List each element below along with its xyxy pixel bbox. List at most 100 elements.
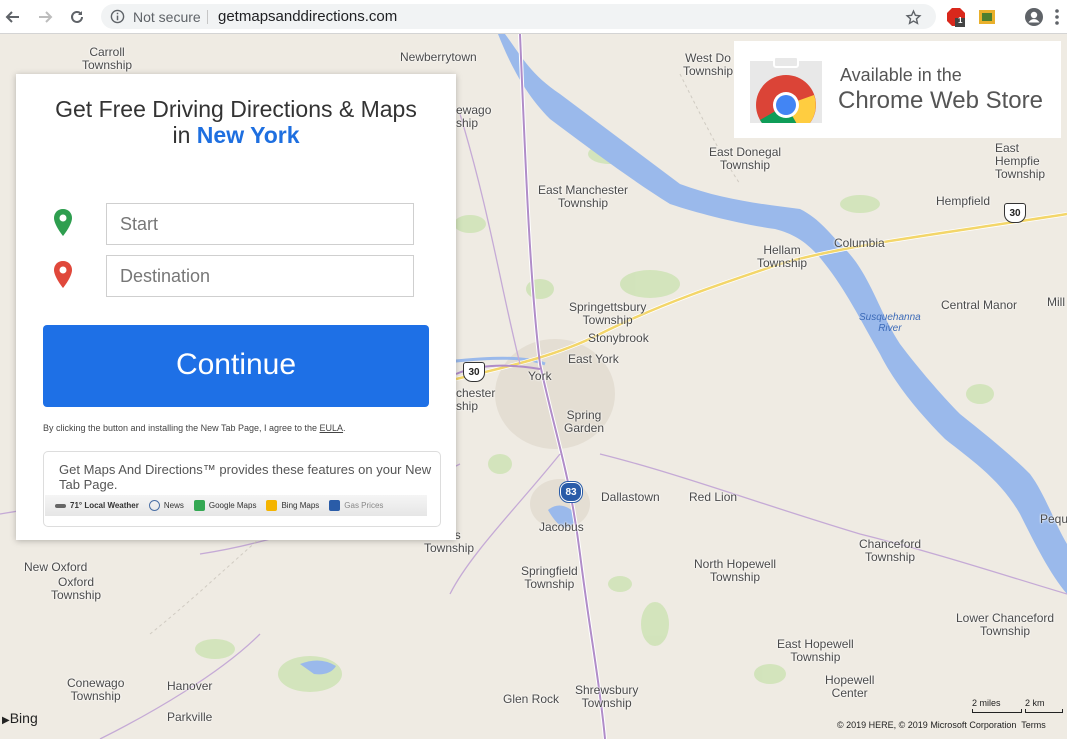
place-label: Parkville (167, 710, 213, 724)
place-label: Chanceford Township (859, 537, 922, 564)
continue-button[interactable]: Continue (43, 325, 429, 407)
features-box: Get Maps And Directions™ provides these … (43, 451, 441, 527)
adblock-icon (947, 8, 965, 27)
start-input[interactable]: Start (106, 203, 414, 245)
place-label: Hanover (167, 679, 213, 693)
terms-link[interactable]: Terms (1021, 720, 1046, 730)
extension-badge-count: 1 (958, 16, 963, 25)
badge-line2: Chrome Web Store (838, 87, 1043, 114)
feature-google-maps: Google Maps (193, 500, 257, 511)
star-icon (904, 8, 922, 25)
title-text: Get Free Driving Directions & Maps (55, 96, 417, 122)
place-label: New Oxford (24, 560, 88, 574)
place-label: ewago ship (456, 103, 492, 130)
reload-button[interactable] (66, 6, 88, 28)
profile-button[interactable] (1023, 6, 1045, 28)
gas-prices-icon (329, 500, 341, 511)
start-pin-icon (54, 209, 72, 236)
separator (207, 10, 208, 24)
feature-label: Google Maps (208, 501, 257, 510)
feature-label: News (163, 501, 184, 510)
place-label: Newberrytown (400, 50, 477, 64)
maps-extension-icon (979, 10, 995, 24)
feature-weather: 71° Local Weather (55, 501, 139, 510)
place-label: Lower Chanceford Township (956, 611, 1055, 638)
bing-logo[interactable]: ▶Bing (2, 710, 38, 726)
scale-miles: 2 miles (972, 698, 1022, 713)
badge-line1: Available in the (840, 65, 962, 85)
place-label: Springettsbury Township (569, 300, 647, 327)
account-icon (1025, 8, 1043, 26)
reload-icon (71, 10, 83, 23)
feature-news: News (148, 500, 184, 511)
weather-icon (55, 503, 66, 508)
place-label: Mill (1047, 295, 1065, 309)
feature-bing-maps: Bing Maps (266, 500, 319, 511)
back-button[interactable] (2, 6, 24, 28)
place-label: Springfield Township (521, 564, 578, 591)
security-label[interactable]: Not secure (133, 9, 201, 25)
place-label: Central Manor (941, 298, 1018, 312)
more-vert-icon (1055, 9, 1059, 25)
scale-miles-label: 2 miles (972, 698, 1001, 708)
place-label: York (528, 369, 552, 383)
disclaimer-text: By clicking the button and installing th… (43, 423, 318, 433)
bing-maps-icon (266, 500, 278, 511)
title-in: in (172, 122, 191, 148)
info-icon[interactable] (110, 9, 125, 24)
place-label: chester ship (456, 386, 496, 413)
place-label: East Hopewell Township (777, 637, 854, 664)
place-label: Glen Rock (503, 692, 560, 706)
directions-card: Get Free Driving Directions & Maps in Ne… (16, 74, 456, 540)
features-text: Get Maps And Directions™ provides these … (59, 462, 432, 492)
destination-pin-icon (54, 261, 72, 288)
extension-maps-button[interactable] (976, 6, 998, 28)
disclaimer: By clicking the button and installing th… (43, 423, 346, 433)
place-label: Jacobus (539, 520, 584, 534)
place-label: East Hempfie Township (995, 141, 1046, 181)
place-label: East York (568, 352, 619, 366)
features-strip: 71° Local Weather News Google Maps Bing … (45, 495, 427, 516)
chrome-store-icon (750, 57, 822, 123)
place-label: Shrewsbury Township (575, 683, 639, 710)
place-label: Pequ (1040, 512, 1067, 526)
chrome-web-store-badge[interactable]: Available in the Chrome Web Store (734, 41, 1061, 138)
place-label: East Donegal Township (709, 145, 782, 172)
disclaimer-end: . (343, 423, 346, 433)
river-label: Susquehanna River (859, 312, 921, 334)
place-label: Carroll Township (82, 45, 133, 72)
copyright-text: © 2019 HERE, © 2019 Microsoft Corporatio… (837, 720, 1017, 730)
news-icon (148, 500, 160, 511)
place-label: Hopewell Center (825, 673, 875, 700)
arrow-right-icon (39, 11, 53, 23)
feature-label: 71° Local Weather (70, 501, 139, 510)
forward-button[interactable] (34, 6, 56, 28)
feature-label: Gas Prices (344, 501, 384, 510)
extension-adblock-button[interactable]: 1 (945, 6, 967, 28)
title-city: New York (196, 122, 300, 148)
place-label: North Hopewell Township (694, 557, 777, 584)
card-title: Get Free Driving Directions & Maps in Ne… (16, 96, 456, 148)
place-label: Dallastown (601, 490, 660, 504)
destination-input[interactable]: Destination (106, 255, 414, 297)
url-text[interactable]: getmapsanddirections.com (218, 8, 397, 25)
bing-logo-text: Bing (9, 710, 38, 726)
google-maps-icon (193, 500, 205, 511)
place-label: Columbia (834, 236, 885, 250)
browser-toolbar: Not secure getmapsanddirections.com 1 (0, 0, 1067, 34)
bookmark-star-button[interactable] (902, 6, 924, 28)
us-route-shield: 30 (1004, 203, 1026, 223)
map-copyright: © 2019 HERE, © 2019 Microsoft Corporatio… (837, 720, 1046, 730)
place-label: West Do Township (683, 51, 734, 78)
address-bar[interactable]: Not secure getmapsanddirections.com (101, 4, 936, 29)
scale-km-label: 2 km (1025, 698, 1045, 708)
place-label: Spring Garden (564, 408, 605, 435)
place-label: East Manchester Township (538, 183, 629, 210)
eula-link[interactable]: EULA (320, 423, 344, 433)
place-label: Stonybrook (588, 331, 649, 345)
place-label: Conewago Township (67, 676, 125, 703)
scale-km: 2 km (1025, 698, 1063, 713)
feature-label: Bing Maps (281, 501, 320, 510)
place-label: Oxford Township (51, 575, 102, 602)
menu-button[interactable] (1046, 6, 1067, 28)
